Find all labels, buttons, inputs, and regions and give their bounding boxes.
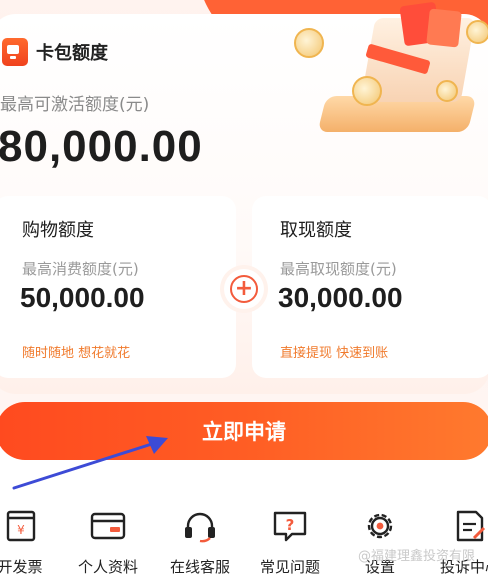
gear-icon	[367, 513, 393, 539]
pointer-arrow-icon	[12, 436, 168, 490]
cash-quota-card[interactable]: 取现额度 最高取现额度(元) 30,000.00 直接提现 快速到账	[252, 196, 488, 378]
nav-item-faq[interactable]: ? 常见问题	[250, 508, 330, 574]
shopping-quota-label: 最高消费额度(元)	[22, 260, 139, 278]
coin-icon	[466, 20, 488, 44]
bottom-service-bar: ¥ 开发票 个人资料 在线客服 ? 常见问题 设置 投诉中	[0, 508, 488, 574]
max-limit-value: 80,000.00	[0, 122, 203, 171]
cash-quota-label: 最高取现额度(元)	[280, 260, 397, 278]
svg-text:?: ?	[286, 516, 295, 534]
profile-card-icon	[90, 512, 126, 540]
nav-item-settings[interactable]: 设置	[340, 508, 420, 574]
complaint-icon	[456, 510, 486, 542]
card-pack-icon	[2, 38, 28, 66]
watermark: @福建理鑫投资有限	[358, 549, 476, 564]
shopping-quota-tag: 随时随地 想花就花	[22, 346, 131, 361]
nav-item-profile[interactable]: 个人资料	[68, 508, 148, 574]
nav-item-online-service[interactable]: 在线客服	[160, 508, 240, 574]
svg-text:¥: ¥	[17, 523, 25, 537]
shopping-quota-card[interactable]: 购物额度 最高消费额度(元) 50,000.00 随时随地 想花就花	[0, 196, 236, 378]
max-limit-label: 最高可激活额度(元)	[0, 95, 150, 115]
coin-icon	[294, 28, 324, 58]
cash-quota-tag: 直接提现 快速到账	[280, 346, 389, 361]
nav-item-complaint[interactable]: 投诉中心	[430, 508, 488, 574]
coin-icon	[436, 80, 458, 102]
wallet-illustration	[294, 0, 488, 145]
brand: 卡包额度	[2, 38, 108, 66]
nav-item-invoice[interactable]: ¥ 开发票	[0, 508, 60, 574]
faq-icon: ?	[273, 511, 307, 542]
cash-quota-title: 取现额度	[280, 220, 352, 241]
nav-label-faq: 常见问题	[259, 558, 320, 574]
plus-icon: +	[230, 275, 258, 303]
shopping-quota-title: 购物额度	[22, 220, 94, 241]
shopping-quota-value: 50,000.00	[20, 282, 145, 313]
brand-title: 卡包额度	[36, 43, 108, 64]
nav-label-online-service: 在线客服	[169, 558, 230, 574]
plus-badge: +	[224, 269, 264, 309]
nav-label-invoice: 开发票	[0, 558, 43, 574]
invoice-icon: ¥	[6, 510, 36, 542]
nav-label-profile: 个人资料	[77, 558, 138, 574]
headset-icon	[185, 512, 215, 543]
coin-icon	[352, 76, 382, 106]
cash-quota-value: 30,000.00	[278, 282, 403, 313]
